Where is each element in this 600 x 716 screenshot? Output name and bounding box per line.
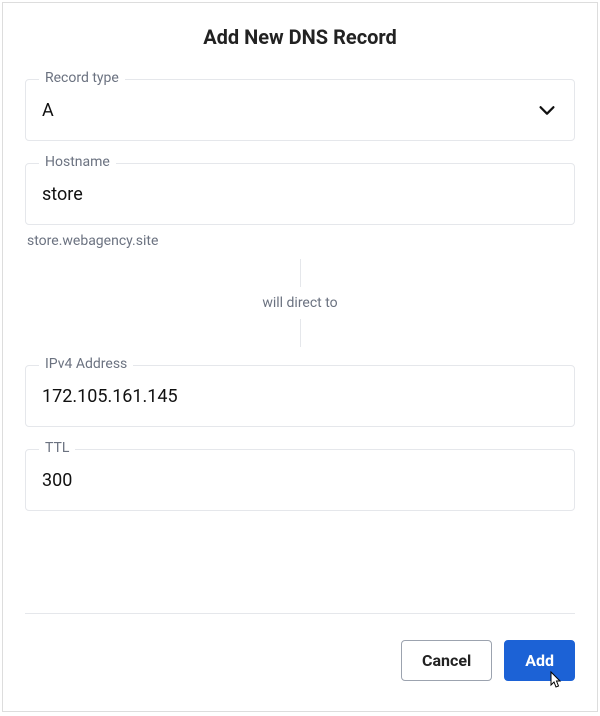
add-button[interactable]: Add bbox=[504, 640, 575, 681]
chevron-down-icon bbox=[536, 99, 558, 121]
divider-section: will direct to bbox=[25, 259, 575, 347]
ipv4-input[interactable] bbox=[42, 386, 558, 407]
modal-title: Add New DNS Record bbox=[3, 3, 597, 79]
modal-footer: Cancel Add bbox=[25, 613, 575, 711]
record-type-field: Record type A bbox=[25, 79, 575, 141]
divider-line-bottom bbox=[300, 319, 301, 347]
hostname-input[interactable] bbox=[42, 184, 558, 205]
ipv4-field: IPv4 Address bbox=[25, 365, 575, 427]
hostname-label: Hostname bbox=[39, 154, 116, 170]
record-type-label: Record type bbox=[39, 70, 125, 86]
hostname-field: Hostname bbox=[25, 163, 575, 225]
ttl-label: TTL bbox=[39, 440, 75, 456]
divider-line-top bbox=[300, 259, 301, 287]
ipv4-label: IPv4 Address bbox=[39, 356, 133, 372]
record-type-select[interactable]: A bbox=[25, 79, 575, 141]
ttl-input[interactable] bbox=[42, 470, 558, 491]
ttl-field: TTL bbox=[25, 449, 575, 511]
record-type-value: A bbox=[42, 100, 54, 121]
ttl-input-box[interactable] bbox=[25, 449, 575, 511]
divider-text: will direct to bbox=[262, 287, 337, 319]
ipv4-input-box[interactable] bbox=[25, 365, 575, 427]
add-dns-record-modal: Add New DNS Record Record type A Hostnam… bbox=[2, 2, 598, 712]
modal-content: Record type A Hostname store.webagency.s… bbox=[3, 79, 597, 593]
cancel-button[interactable]: Cancel bbox=[401, 640, 492, 681]
hostname-input-box[interactable] bbox=[25, 163, 575, 225]
hostname-helper: store.webagency.site bbox=[25, 233, 575, 249]
